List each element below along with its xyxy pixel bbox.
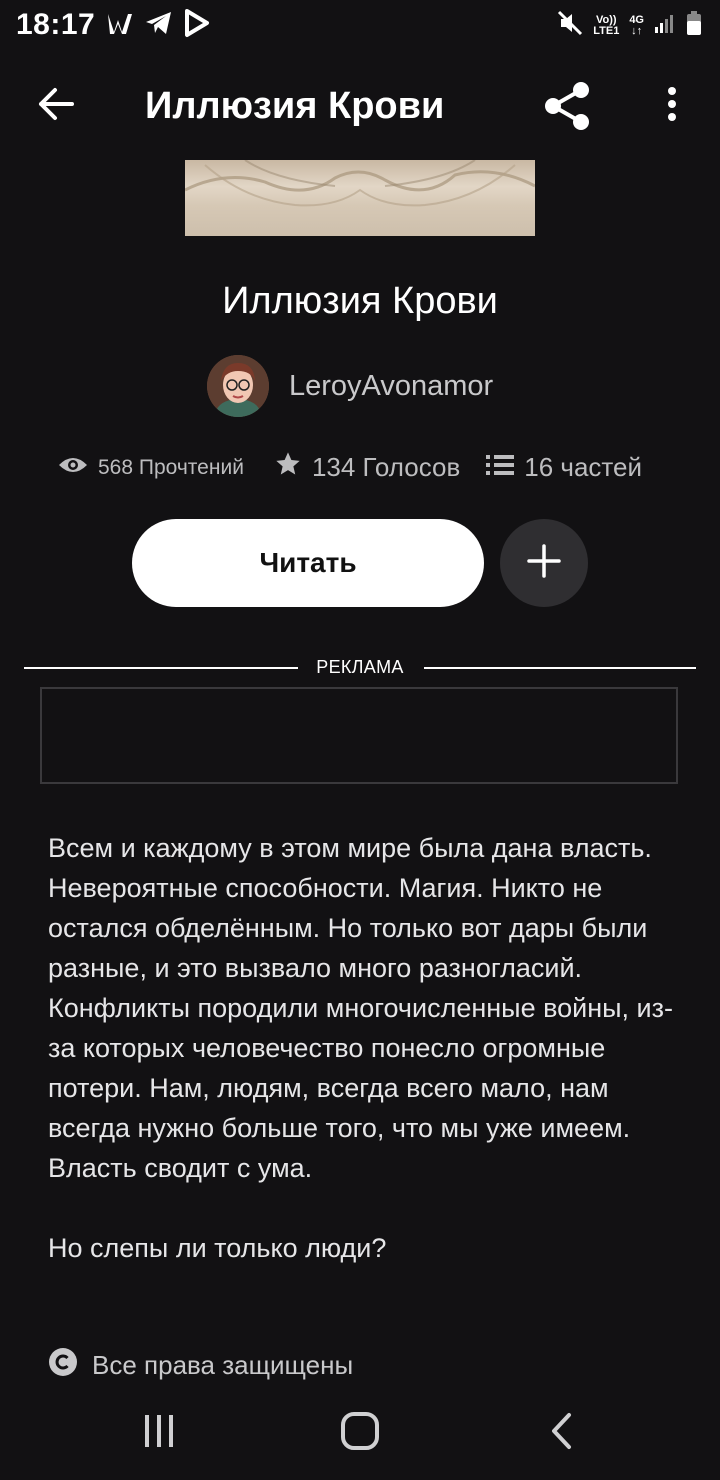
battery-icon	[686, 10, 702, 41]
mute-icon	[557, 10, 583, 41]
more-options-button[interactable]	[656, 82, 688, 130]
read-button[interactable]: Читать	[132, 519, 484, 607]
parts-count: 16 частей	[524, 452, 643, 482]
network-4g-indicator: 4G ↓↑	[629, 13, 644, 37]
book-title: Иллюзия Крови	[222, 280, 498, 322]
signal-icon	[654, 12, 676, 39]
recent-apps-icon	[141, 1413, 177, 1454]
ad-banner[interactable]	[40, 687, 678, 784]
list-icon	[486, 452, 515, 483]
share-icon	[540, 82, 596, 138]
reads-count: 568 Прочтений	[98, 455, 244, 479]
reads-stat: 568 Прочтений	[58, 455, 244, 481]
home-icon	[340, 1411, 380, 1455]
add-to-library-button[interactable]	[500, 519, 588, 607]
lte-label: LTE1	[593, 24, 620, 37]
avatar	[207, 355, 269, 417]
share-button[interactable]	[540, 78, 596, 134]
more-vertical-icon	[656, 87, 688, 134]
copyright-icon	[48, 1347, 78, 1384]
back-button[interactable]	[34, 86, 78, 126]
telegram-notification-icon	[144, 8, 174, 45]
parts-stat: 16 частей	[486, 452, 642, 483]
ad-divider-left	[24, 667, 298, 669]
status-indicators: Vo)) LTE1 4G ↓↑	[557, 10, 702, 41]
play-store-notification-icon	[183, 8, 211, 45]
arrow-left-icon	[37, 87, 75, 126]
status-time: 18:17	[16, 8, 96, 41]
star-icon	[274, 450, 302, 485]
copyright-text: Все права защищены	[92, 1350, 354, 1380]
ad-divider-right	[424, 667, 696, 669]
system-navigation-bar	[0, 1385, 720, 1480]
header-title: Иллюзия Крови	[145, 85, 445, 127]
copyright-notice: Все права защищены	[48, 1347, 353, 1384]
home-button[interactable]	[330, 1407, 390, 1459]
volte-indicator: Vo)) LTE1	[593, 13, 620, 37]
book-cover-image[interactable]	[185, 160, 535, 236]
book-description: Всем и каждому в этом мире была дана вла…	[48, 833, 673, 1263]
recent-apps-button[interactable]	[129, 1407, 189, 1459]
ad-label: РЕКЛАМА	[316, 657, 404, 677]
chevron-left-icon	[549, 1412, 575, 1455]
plus-icon	[526, 543, 562, 584]
system-back-button[interactable]	[532, 1407, 592, 1459]
volte-label: Vo))	[595, 13, 617, 26]
book-stats: 568 Прочтений 134 Голосов 16 частей	[58, 450, 678, 485]
network-gen-label: 4G	[629, 13, 644, 26]
author-link[interactable]: LeroyAvonamor	[207, 355, 493, 417]
votes-stat: 134 Голосов	[274, 450, 460, 485]
votes-count: 134 Голосов	[311, 452, 461, 482]
author-name[interactable]: LeroyAvonamor	[289, 370, 493, 403]
wattpad-notification-icon	[106, 8, 136, 45]
eye-icon	[58, 455, 88, 481]
